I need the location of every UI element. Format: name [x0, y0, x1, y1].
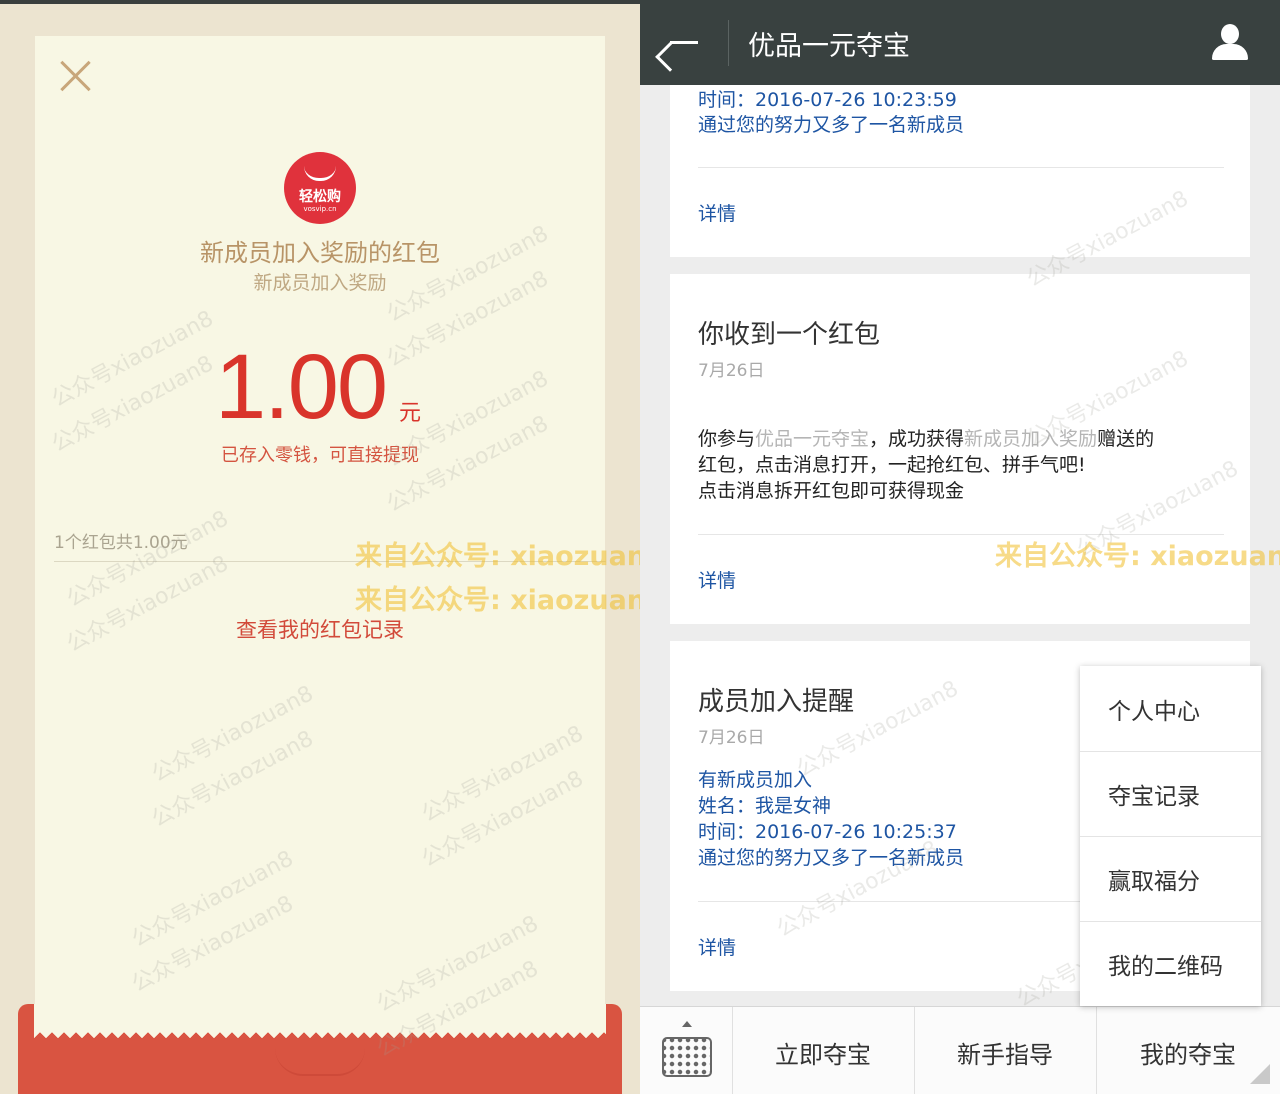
logo-text: 轻松购	[299, 189, 341, 205]
detail-link[interactable]: 详情	[698, 933, 736, 960]
message-date: 7月26日	[698, 361, 765, 381]
message-body-line: 你参与优品一元夺宝，成功获得新成员加入奖励赠送的	[698, 428, 1155, 450]
red-packet-amount: 1.00	[215, 336, 388, 438]
source-watermark: 来自公众号: xiaozuan8	[995, 541, 1280, 572]
top-edge	[0, 0, 640, 4]
user-icon[interactable]	[1210, 22, 1250, 62]
back-arrow-icon[interactable]	[655, 26, 702, 72]
message-note: 通过您的努力又多了一名新成员	[698, 114, 965, 136]
message-time: 时间：2016-07-26 10:23:59	[698, 89, 957, 111]
zigzag-edge	[34, 1030, 606, 1042]
brand-logo: 轻松购 vosvip.cn	[284, 152, 356, 224]
message-body-line: 姓名：我是女神	[698, 795, 832, 817]
detail-link[interactable]: 详情	[698, 566, 736, 593]
menu-item-my-qrcode[interactable]: 我的二维码	[1080, 921, 1261, 1006]
bottom-menu-bar: 立即夺宝 新手指导 我的夺宝	[640, 1006, 1280, 1094]
message-title: 成员加入提醒	[698, 687, 855, 717]
tab-join-now[interactable]: 立即夺宝	[732, 1007, 915, 1094]
logo-subtext: vosvip.cn	[303, 205, 337, 213]
tab-beginner-guide[interactable]: 新手指导	[914, 1007, 1097, 1094]
envelope-emblem-icon	[275, 1048, 365, 1076]
caret-up-icon	[682, 1021, 692, 1027]
card-divider	[698, 167, 1224, 168]
source-watermark: 来自公众号: xiaozuan8	[355, 541, 640, 572]
message-body-line: 点击消息拆开红包即可获得现金	[698, 480, 965, 502]
close-icon[interactable]	[58, 58, 94, 94]
app-header: 优品一元夺宝	[640, 0, 1280, 85]
page-title: 优品一元夺宝	[748, 31, 910, 62]
keyboard-icon[interactable]	[640, 1007, 733, 1094]
message-title: 你收到一个红包	[698, 320, 881, 350]
menu-item-draw-records[interactable]: 夺宝记录	[1080, 751, 1261, 837]
header-separator	[728, 20, 729, 66]
message-body-line: 红包，点击消息打开，一起抢红包、拼手气吧!	[698, 454, 1086, 476]
detail-link[interactable]: 详情	[698, 199, 736, 226]
smile-icon	[304, 166, 336, 181]
message-date: 7月26日	[698, 728, 765, 748]
resize-corner-icon	[1250, 1064, 1270, 1084]
source-watermark: 来自公众号: xiaozuan8	[355, 585, 640, 616]
menu-item-personal-center[interactable]: 个人中心	[1080, 666, 1261, 752]
popup-menu: 个人中心 夺宝记录 赢取福分 我的二维码	[1080, 666, 1261, 1006]
red-packet-panel: 轻松购 vosvip.cn 新成员加入奖励的红包 新成员加入奖励 1.00 元 …	[0, 0, 640, 1094]
amount-unit: 元	[399, 401, 422, 426]
message-card-member-joined-1[interactable]: 时间：2016-07-26 10:23:59 通过您的努力又多了一名新成员 详情	[670, 85, 1250, 257]
message-body-line: 有新成员加入	[698, 769, 813, 791]
menu-item-earn-points[interactable]: 赢取福分	[1080, 836, 1261, 922]
